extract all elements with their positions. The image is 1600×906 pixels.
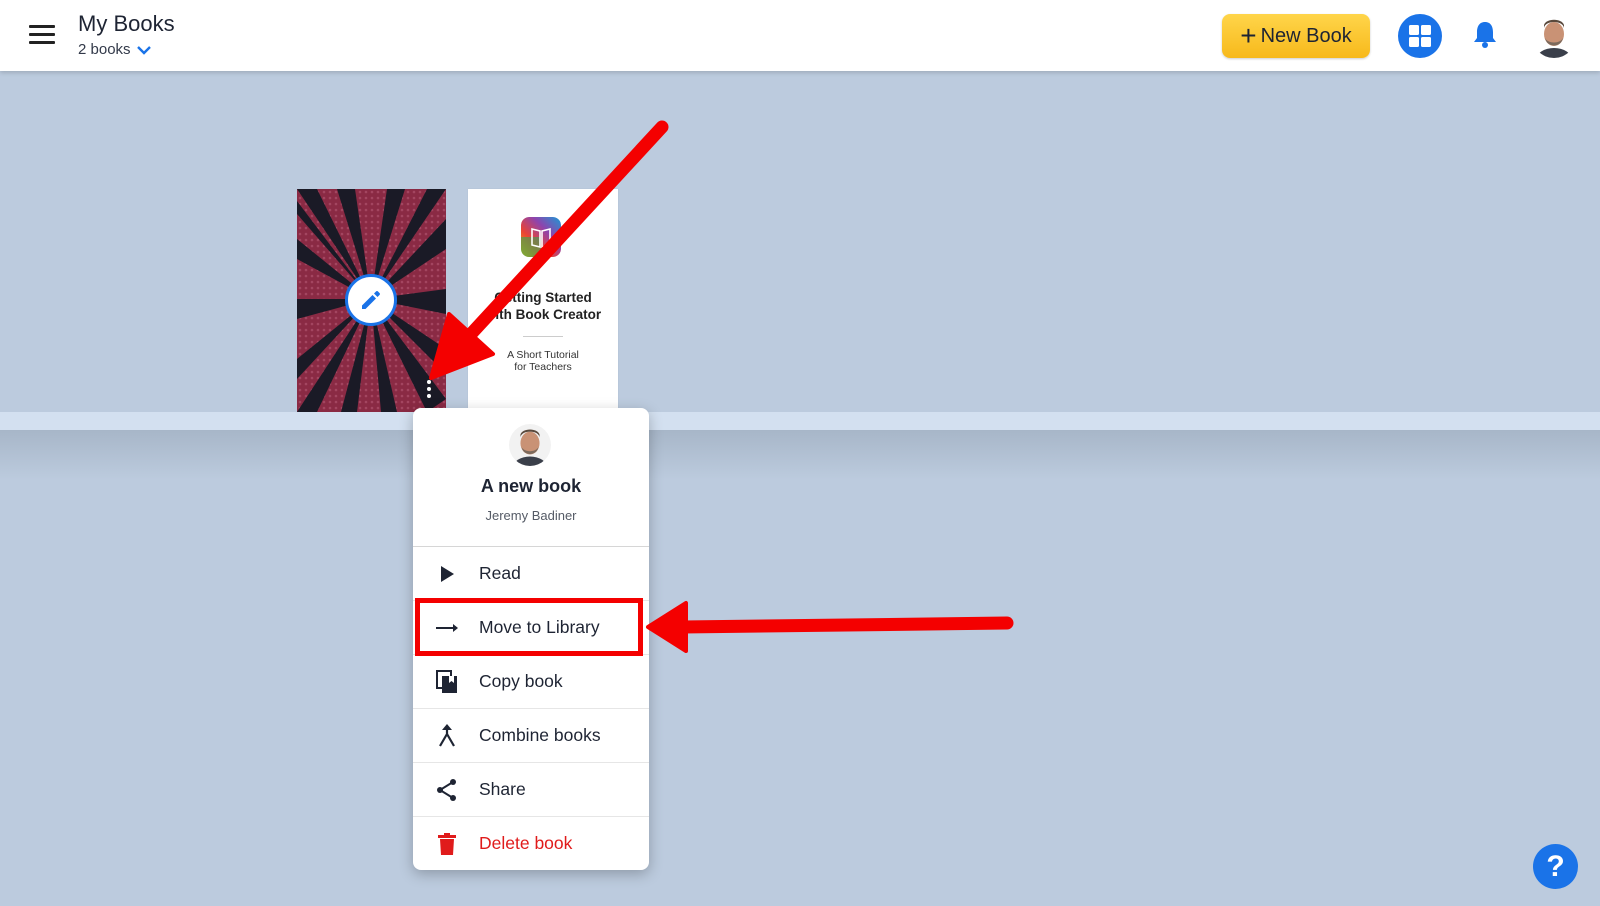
pencil-icon: [362, 291, 380, 309]
book-creator-logo-icon: [521, 217, 561, 257]
plus-icon: +: [1240, 20, 1257, 51]
book-context-menu: A new book Jeremy Badiner Read Move to L…: [413, 408, 649, 870]
bell-icon: [1474, 22, 1496, 48]
merge-icon: [435, 723, 459, 748]
author-avatar: [509, 424, 551, 466]
apps-grid-button[interactable]: [1398, 14, 1442, 58]
grid-icon: [1409, 25, 1431, 47]
bookshelf: [0, 412, 1600, 430]
trash-icon: [435, 832, 459, 856]
book-count-label: 2 books: [78, 41, 131, 58]
avatar-photo: [509, 424, 551, 466]
more-options-button[interactable]: [420, 376, 438, 402]
user-avatar[interactable]: [1532, 14, 1576, 58]
menu-item-copy-book[interactable]: Copy book: [413, 655, 649, 709]
menu-item-label: Copy book: [479, 671, 563, 691]
top-bar: My Books 2 books + New Book: [0, 0, 1600, 71]
play-icon: [435, 562, 459, 586]
menu-item-share[interactable]: Share: [413, 763, 649, 817]
tutorial-book-title: Getting Started with Book Creator: [484, 290, 602, 322]
new-book-label: New Book: [1260, 24, 1352, 47]
menu-item-read[interactable]: Read: [413, 547, 649, 601]
annotation-arrow-horizontal: [646, 601, 1014, 653]
edit-book-button[interactable]: [345, 274, 397, 326]
arrow-right-icon: [435, 616, 459, 640]
page-title: My Books: [78, 11, 175, 36]
tutorial-book-subtitle: A Short Tutorial for Teachers: [507, 349, 579, 373]
menu-item-delete-book[interactable]: Delete book: [413, 817, 649, 870]
menu-book-author: Jeremy Badiner: [485, 508, 577, 523]
book-cover-tutorial[interactable]: Getting Started with Book Creator A Shor…: [468, 189, 618, 412]
divider: [523, 336, 563, 337]
menu-item-label: Share: [479, 779, 526, 799]
dot: [427, 394, 431, 398]
bookshelf-shadow: [0, 430, 1600, 480]
share-icon: [435, 778, 459, 802]
new-book-button[interactable]: + New Book: [1222, 14, 1370, 58]
menu-icon[interactable]: [29, 25, 55, 45]
menu-item-label: Move to Library: [479, 617, 600, 637]
menu-book-title: A new book: [480, 476, 582, 496]
book-count-dropdown[interactable]: 2 books: [78, 41, 151, 58]
dot: [427, 380, 431, 384]
copy-icon: [435, 669, 459, 694]
help-button[interactable]: ?: [1533, 844, 1578, 889]
menu-header: A new book Jeremy Badiner: [413, 408, 649, 547]
chevron-down-icon: [136, 45, 151, 55]
menu-item-label: Combine books: [479, 725, 601, 745]
avatar-photo: [1532, 14, 1576, 58]
dot: [427, 387, 431, 391]
menu-item-label: Delete book: [479, 833, 573, 853]
menu-item-combine-books[interactable]: Combine books: [413, 709, 649, 763]
menu-item-move-to-library[interactable]: Move to Library: [413, 601, 649, 655]
menu-item-label: Read: [479, 563, 521, 583]
notifications-button[interactable]: [1472, 20, 1498, 55]
